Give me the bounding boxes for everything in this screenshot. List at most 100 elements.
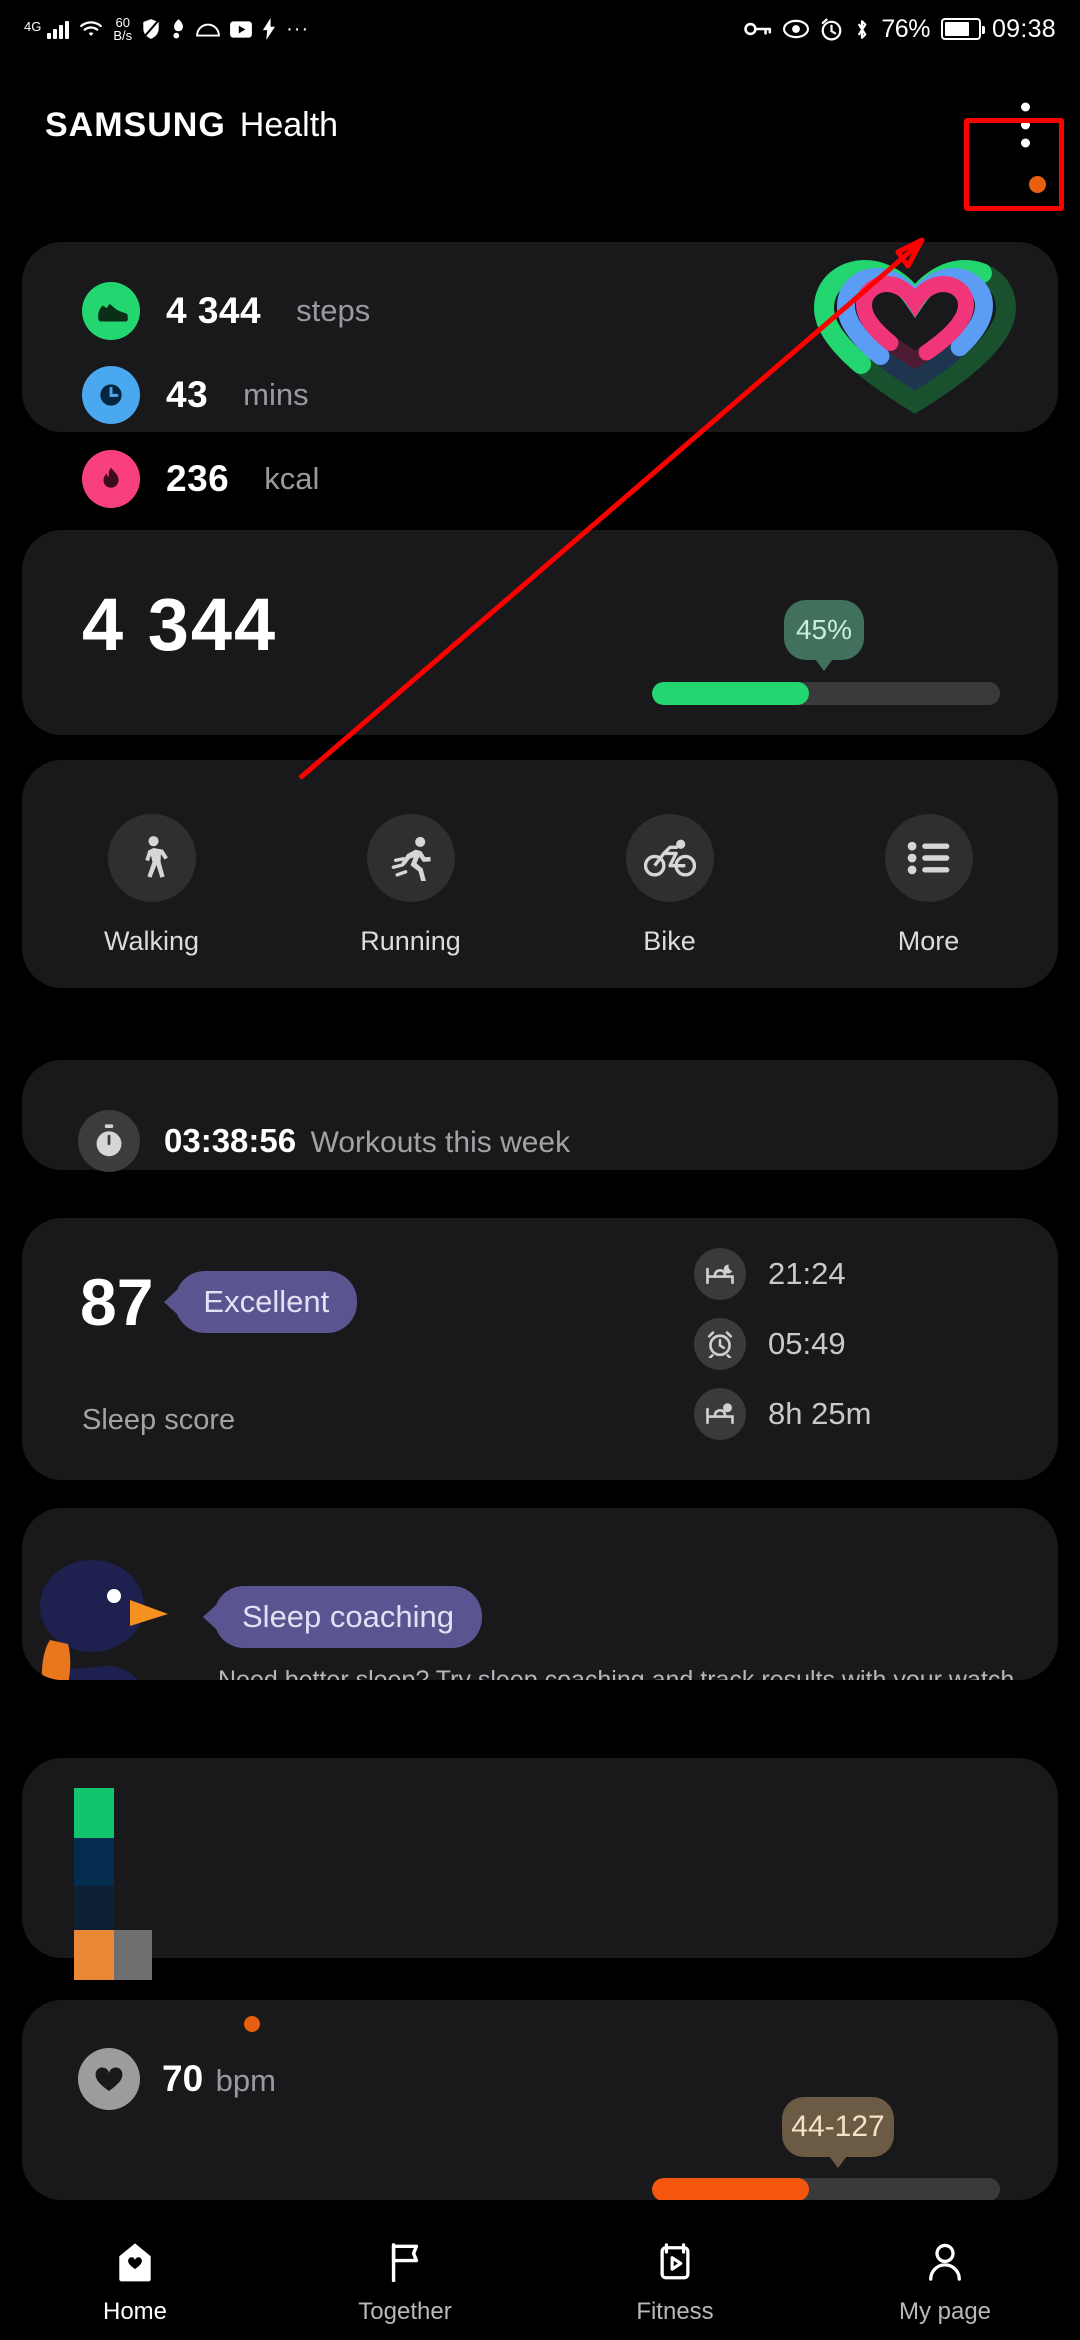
shortcut-running-label: Running [360, 926, 461, 956]
swatch-green [74, 1788, 114, 1838]
eye-icon [783, 19, 810, 39]
daily-summary-card[interactable]: 4 344 steps 43 mins 236 kcal [22, 242, 1058, 508]
activity-rings-heart[interactable] [810, 254, 1020, 419]
metric-calories: 236 kcal [82, 450, 370, 508]
summary-metrics-list: 4 344 steps 43 mins 236 kcal [82, 282, 370, 508]
swatch-orange [74, 1930, 114, 1980]
heart-icon [78, 2048, 140, 2110]
stopwatch-icon [78, 1110, 140, 1172]
sleep-waketime-value: 05:49 [768, 1326, 846, 1361]
shortcut-more-label: More [897, 926, 960, 956]
video-frame-icon [656, 2242, 694, 2287]
metric-calories-unit: kcal [264, 461, 320, 496]
activity-shortcuts-card: Walking Running Bike More [22, 760, 1058, 988]
swatch-gray [114, 1930, 152, 1980]
heart-rate-track [652, 2178, 1000, 2200]
sleep-score-label: Sleep score [82, 1404, 236, 1436]
nav-item-my-page[interactable]: My page [810, 2228, 1080, 2340]
sleep-duration: 8h 25m [694, 1388, 871, 1440]
heart-rate-value: 70 [162, 2058, 204, 2099]
status-bar: 4G 60 B/s ··· 76% 09:38 [0, 0, 1080, 58]
bike-icon [625, 814, 714, 902]
shortcut-running[interactable]: Running [281, 814, 540, 957]
steps-progress-card[interactable]: 4 344 45% [22, 530, 1058, 735]
page-title: SAMSUNG Health [45, 106, 338, 145]
sleep-score-value: 87 [80, 1265, 154, 1339]
shortcut-bike[interactable]: Bike [540, 814, 799, 957]
data-rate-indicator: 60 B/s [113, 16, 132, 42]
nav-item-home[interactable]: Home [0, 2228, 270, 2340]
person-icon [926, 2242, 964, 2287]
alarm-clock-icon [694, 1318, 746, 1370]
battery-percent-label: 76% [881, 14, 930, 43]
signal-bars-icon [47, 19, 70, 39]
clock-icon [82, 366, 140, 424]
sleep-bedtime-value: 21:24 [768, 1256, 846, 1291]
sleep-bedtime: 21:24 [694, 1248, 871, 1300]
battery-icon [940, 18, 985, 40]
swatch-dark-navy [74, 1886, 114, 1930]
samsung-health-home-screen: 4G 60 B/s ··· 76% 09:38 SAMSUNG Health 4… [0, 0, 1080, 2340]
metric-steps-unit: steps [296, 293, 371, 328]
status-bar-left: 4G 60 B/s ··· [24, 16, 309, 42]
data-rate-unit: B/s [113, 28, 133, 43]
metric-steps-value: 4 344 [166, 290, 262, 331]
network-type-label: 4G [24, 19, 42, 34]
more-icons: ··· [286, 17, 310, 40]
weather-icon [196, 20, 221, 38]
flash-icon [262, 18, 277, 40]
heart-rate-fill [652, 2178, 809, 2200]
shoe-icon [82, 282, 140, 340]
metric-steps: 4 344 steps [82, 282, 370, 340]
bed-moon-icon [694, 1248, 746, 1300]
brand-samsung: SAMSUNG [45, 105, 226, 144]
home-heart-icon [116, 2242, 154, 2287]
running-icon [366, 814, 455, 902]
bed-duration-icon [694, 1388, 746, 1440]
youtube-icon [229, 20, 253, 39]
workouts-duration-wrap: 03:38:56 Workouts this week [164, 1122, 570, 1160]
sleep-score-card[interactable]: 87 Excellent Sleep score 21:24 05:49 8h … [22, 1218, 1058, 1480]
heart-rate-row: 70 bpm [78, 2048, 276, 2110]
key-icon [744, 20, 772, 38]
workouts-row: 03:38:56 Workouts this week [78, 1110, 570, 1172]
heart-rate-unit: bpm [215, 2063, 276, 2098]
dnd-icon [170, 18, 187, 40]
shortcut-walking-label: Walking [103, 926, 200, 956]
shortcut-more[interactable]: More [799, 814, 1058, 957]
heart-rate-notification-dot [244, 2016, 260, 2032]
sleep-duration-value: 8h 25m [768, 1396, 872, 1431]
workouts-duration: 03:38:56 [164, 1122, 297, 1159]
bluetooth-icon [854, 18, 870, 41]
flag-icon [386, 2242, 424, 2287]
walking-icon [107, 814, 196, 902]
list-icon [884, 814, 973, 902]
sleep-waketime: 05:49 [694, 1318, 871, 1370]
metric-calories-value: 236 [166, 458, 230, 499]
heart-rate-range-badge: 44-127 [782, 2097, 894, 2157]
steps-progress-track [652, 682, 1000, 705]
heart-rate-card[interactable]: 70 bpm 44-127 [22, 2000, 1058, 2200]
nav-item-together[interactable]: Together [270, 2228, 540, 2340]
wifi-icon [78, 19, 104, 39]
swatch-navy [74, 1838, 114, 1886]
nav-item-fitness[interactable]: Fitness [540, 2228, 810, 2340]
metric-minutes: 43 mins [82, 366, 370, 424]
steps-percent-badge: 45% [784, 600, 864, 660]
sleep-quality-badge: Excellent [175, 1271, 358, 1333]
bottom-navigation-bar: Home Together Fitness My page [0, 2228, 1080, 2340]
sleep-coaching-card[interactable]: Sleep coaching Need better sleep? Try sl… [22, 1508, 1058, 1680]
nav-item-together-label: Together [358, 2298, 452, 2325]
alarm-icon [820, 18, 843, 41]
nav-item-my-page-label: My page [898, 2298, 992, 2325]
metric-minutes-unit: mins [243, 377, 309, 412]
steps-count: 4 344 [82, 583, 278, 666]
overflow-menu-button[interactable] [1018, 102, 1032, 148]
nav-item-home-label: Home [102, 2298, 168, 2325]
shortcut-walking[interactable]: Walking [22, 814, 281, 957]
overflow-menu-notification-dot [1029, 176, 1046, 193]
partial-content-card[interactable] [22, 1758, 1058, 1980]
shortcut-bike-label: Bike [643, 926, 696, 956]
workouts-card[interactable]: 03:38:56 Workouts this week [22, 1060, 1058, 1172]
flame-icon [82, 450, 140, 508]
